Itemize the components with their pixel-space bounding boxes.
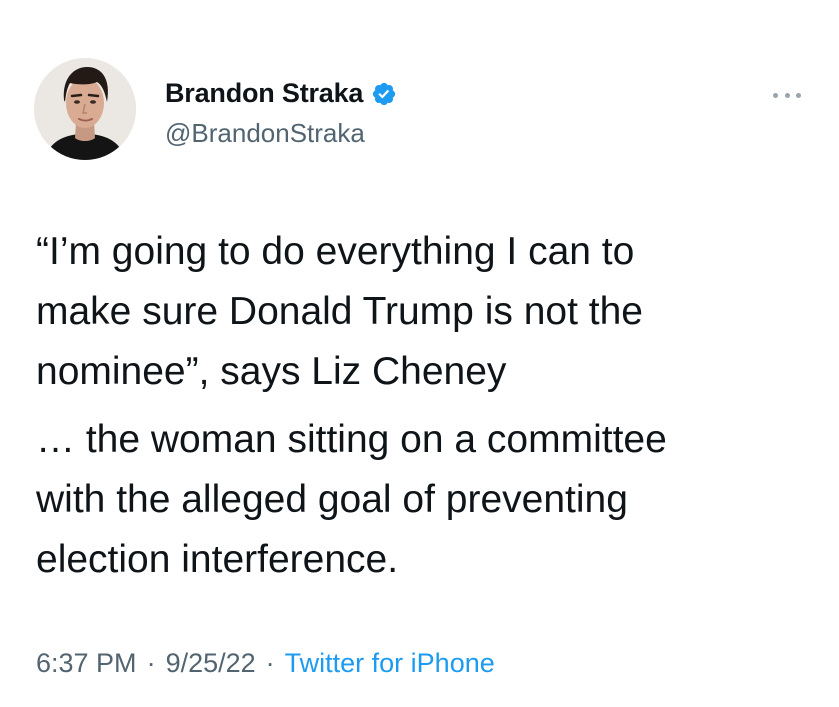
tweet-paragraph: … the woman sitting on a committee with …	[36, 418, 667, 581]
tweet-source-link[interactable]: Twitter for iPhone	[285, 648, 495, 678]
author-name-row: Brandon Straka	[165, 78, 397, 109]
tweet-time[interactable]: 6:37 PM	[36, 648, 137, 678]
avatar[interactable]	[34, 58, 136, 160]
tweet-text: “I’m going to do everything I can to mak…	[36, 222, 811, 590]
more-options-button[interactable]	[773, 88, 801, 102]
verified-badge-icon	[371, 81, 397, 107]
display-name[interactable]: Brandon Straka	[165, 78, 363, 109]
meta-separator: ·	[265, 648, 275, 678]
more-dots-icon	[784, 92, 790, 98]
tweet-date[interactable]: 9/25/22	[166, 648, 256, 678]
tweet-card: Brandon Straka @BrandonStraka “I’m going…	[0, 0, 839, 707]
more-dots-icon	[773, 92, 778, 98]
meta-separator: ·	[146, 648, 156, 678]
more-dots-icon	[796, 92, 801, 98]
tweet-paragraph: “I’m going to do everything I can to mak…	[36, 230, 643, 393]
profile-photo	[34, 58, 136, 160]
tweet-meta: 6:37 PM · 9/25/22 · Twitter for iPhone	[36, 648, 495, 679]
user-handle[interactable]: @BrandonStraka	[165, 118, 365, 149]
